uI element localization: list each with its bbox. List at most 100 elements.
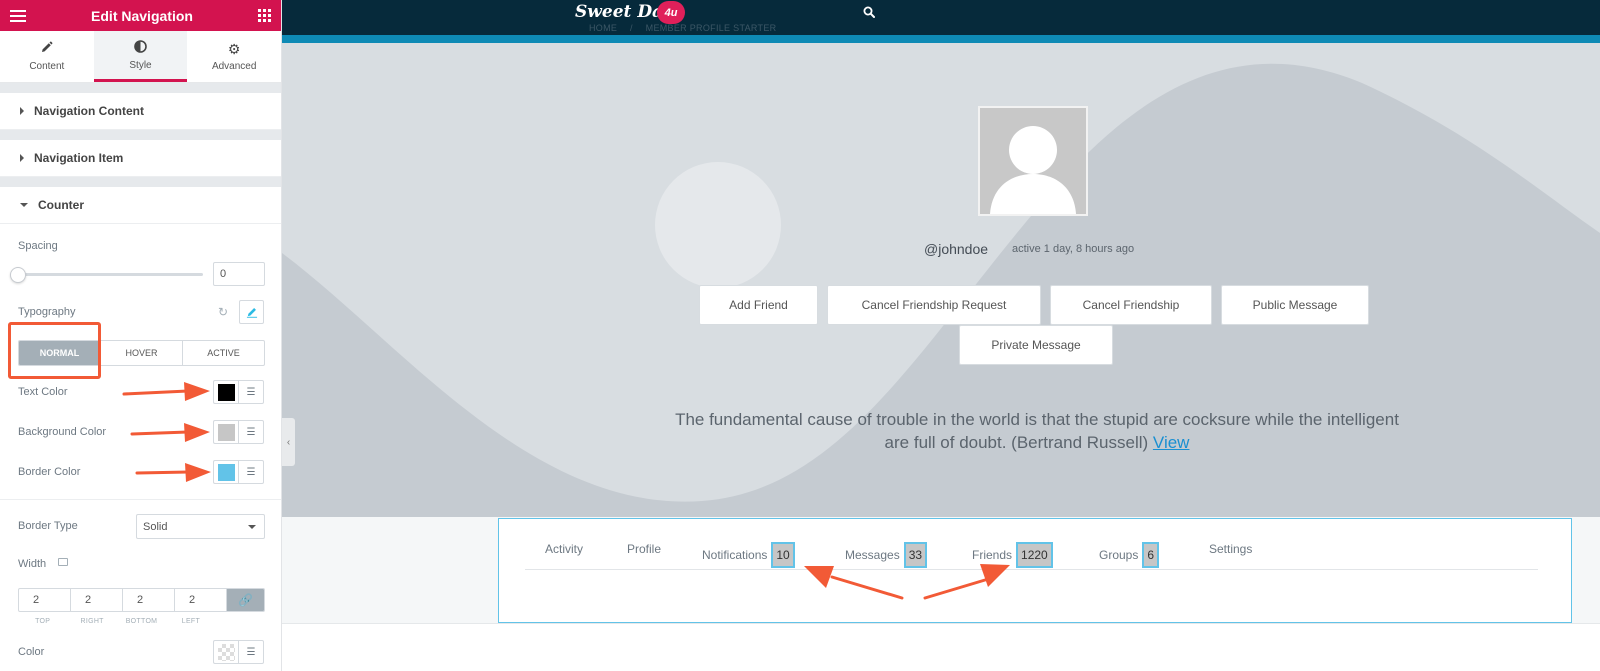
profile-last-active: active 1 day, 8 hours ago xyxy=(1012,243,1135,255)
editor-title: Edit Navigation xyxy=(91,7,193,24)
breadcrumb-home[interactable]: HOME xyxy=(589,23,617,33)
spacing-slider-handle[interactable] xyxy=(10,267,26,283)
nav-label: Profile xyxy=(627,542,662,556)
color-preview xyxy=(217,383,235,401)
breadcrumb: HOME / MEMBER PROFILE STARTER xyxy=(589,23,786,33)
state-tab-active[interactable]: ACTIVE xyxy=(183,341,264,365)
tab-advanced[interactable]: ⚙ Advanced xyxy=(187,31,281,82)
nav-label: Groups xyxy=(1099,548,1139,562)
border-color-swatch[interactable] xyxy=(213,460,238,484)
tab-content-label: Content xyxy=(29,61,65,72)
nav-item-settings[interactable]: Settings xyxy=(1209,542,1252,556)
caret-down-icon xyxy=(20,203,28,207)
annotation-arrow xyxy=(135,463,211,482)
border-width-inputs: 2 2 2 2 🔗 xyxy=(18,588,265,612)
public-message-button[interactable]: Public Message xyxy=(1221,285,1369,325)
spacing-slider-track[interactable] xyxy=(18,273,203,276)
global-color-icon[interactable]: ☰ xyxy=(238,380,264,404)
color-label: Color xyxy=(18,646,45,658)
section-gap xyxy=(0,130,281,140)
profile-cover: @johndoe active 1 day, 8 hours ago Add F… xyxy=(282,43,1600,517)
border-type-label: Border Type xyxy=(18,520,78,532)
link-values-icon[interactable]: 🔗 xyxy=(227,589,264,611)
text-color-swatch[interactable] xyxy=(213,380,238,404)
nav-item-profile[interactable]: Profile xyxy=(627,542,661,556)
section-counter[interactable]: Counter xyxy=(0,187,281,224)
chevron-down-icon xyxy=(248,525,256,529)
quote-view-link[interactable]: View xyxy=(1153,433,1190,452)
width-bottom-input[interactable]: 2 xyxy=(123,589,175,611)
pencil-icon xyxy=(246,308,257,318)
width-sublabel: LEFT xyxy=(181,618,201,625)
border-color-swatch-empty[interactable] xyxy=(213,640,238,664)
background-color-swatch[interactable] xyxy=(213,420,238,444)
section-label: Navigation Content xyxy=(34,104,144,118)
section-label: Navigation Item xyxy=(34,151,124,165)
section-navigation-content[interactable]: Navigation Content xyxy=(0,93,281,130)
nav-label: Notifications xyxy=(702,548,768,562)
apps-grid-icon[interactable] xyxy=(258,9,271,22)
breadcrumb-current: MEMBER PROFILE STARTER xyxy=(645,23,777,33)
section-label: Counter xyxy=(38,198,84,212)
cancel-friendship-button[interactable]: Cancel Friendship xyxy=(1050,285,1212,325)
annotation-highlight-box xyxy=(8,322,101,379)
site-preview: Sweet Date 4u HOME / MEMBER PROFILE STAR… xyxy=(282,0,1600,671)
divider xyxy=(0,499,281,500)
profile-quote: The fundamental cause of trouble in the … xyxy=(662,408,1412,454)
color-preview xyxy=(217,643,235,661)
global-color-icon[interactable]: ☰ xyxy=(238,640,264,664)
nav-item-groups[interactable]: Groups 6 xyxy=(1099,542,1160,568)
user-silhouette-icon xyxy=(990,126,1076,214)
cancel-friendship-request-button[interactable]: Cancel Friendship Request xyxy=(827,285,1041,325)
border-type-value: Solid xyxy=(143,520,168,533)
breadcrumb-separator: / xyxy=(630,23,633,33)
reset-icon[interactable]: ↻ xyxy=(218,305,228,319)
color-preview xyxy=(217,423,235,441)
state-tab-hover[interactable]: HOVER xyxy=(101,341,183,365)
nav-label: Activity xyxy=(545,542,584,556)
editor-tabs: Content Style ⚙ Advanced xyxy=(0,31,281,83)
annotation-arrow xyxy=(122,382,210,401)
border-type-select[interactable]: Solid xyxy=(136,514,265,539)
spacing-input[interactable]: 0 xyxy=(213,262,265,286)
caret-right-icon xyxy=(20,107,24,115)
pencil-icon xyxy=(40,41,53,56)
nav-item-notifications[interactable]: Notifications 10 xyxy=(702,542,795,568)
global-color-icon[interactable]: ☰ xyxy=(238,420,264,444)
site-header xyxy=(282,0,1600,35)
divider xyxy=(282,623,1600,624)
width-left-input[interactable]: 2 xyxy=(175,589,227,611)
collapse-panel-icon[interactable]: ‹ xyxy=(282,418,295,466)
section-navigation-item[interactable]: Navigation Item xyxy=(0,140,281,177)
hamburger-menu-icon[interactable] xyxy=(10,9,26,22)
tab-content[interactable]: Content xyxy=(0,31,94,82)
width-top-input[interactable]: 2 xyxy=(19,589,71,611)
tab-advanced-label: Advanced xyxy=(211,60,257,72)
edit-typography-button[interactable] xyxy=(239,300,264,324)
global-color-icon[interactable]: ☰ xyxy=(238,460,264,484)
nav-counter: 1220 xyxy=(1016,542,1053,568)
profile-username: @johndoe xyxy=(924,241,989,257)
navigation-widget[interactable] xyxy=(498,518,1572,623)
width-right-input[interactable]: 2 xyxy=(71,589,123,611)
avatar[interactable] xyxy=(978,106,1088,216)
private-message-button[interactable]: Private Message xyxy=(959,325,1113,365)
spacing-label: Spacing xyxy=(18,240,58,252)
width-sublabel: RIGHT xyxy=(80,618,104,625)
tab-style[interactable]: Style xyxy=(93,31,188,82)
search-icon[interactable] xyxy=(863,6,875,18)
background-color-label: Background Color xyxy=(18,426,107,438)
width-sublabel: TOP xyxy=(35,618,51,625)
text-color-label: Text Color xyxy=(18,386,68,398)
contrast-icon xyxy=(134,39,147,55)
border-color-label: Border Color xyxy=(18,466,81,478)
width-sublabels: TOP RIGHT BOTTOM LEFT - xyxy=(18,618,265,625)
gear-icon: ⚙ xyxy=(227,40,241,57)
nav-counter: 6 xyxy=(1142,542,1160,568)
annotation-arrow xyxy=(804,564,1010,600)
add-friend-button[interactable]: Add Friend xyxy=(699,285,818,325)
desktop-icon[interactable] xyxy=(58,558,68,566)
nav-item-activity[interactable]: Activity xyxy=(545,542,583,556)
tab-style-label: Style xyxy=(129,59,152,71)
section-gap xyxy=(0,177,281,187)
